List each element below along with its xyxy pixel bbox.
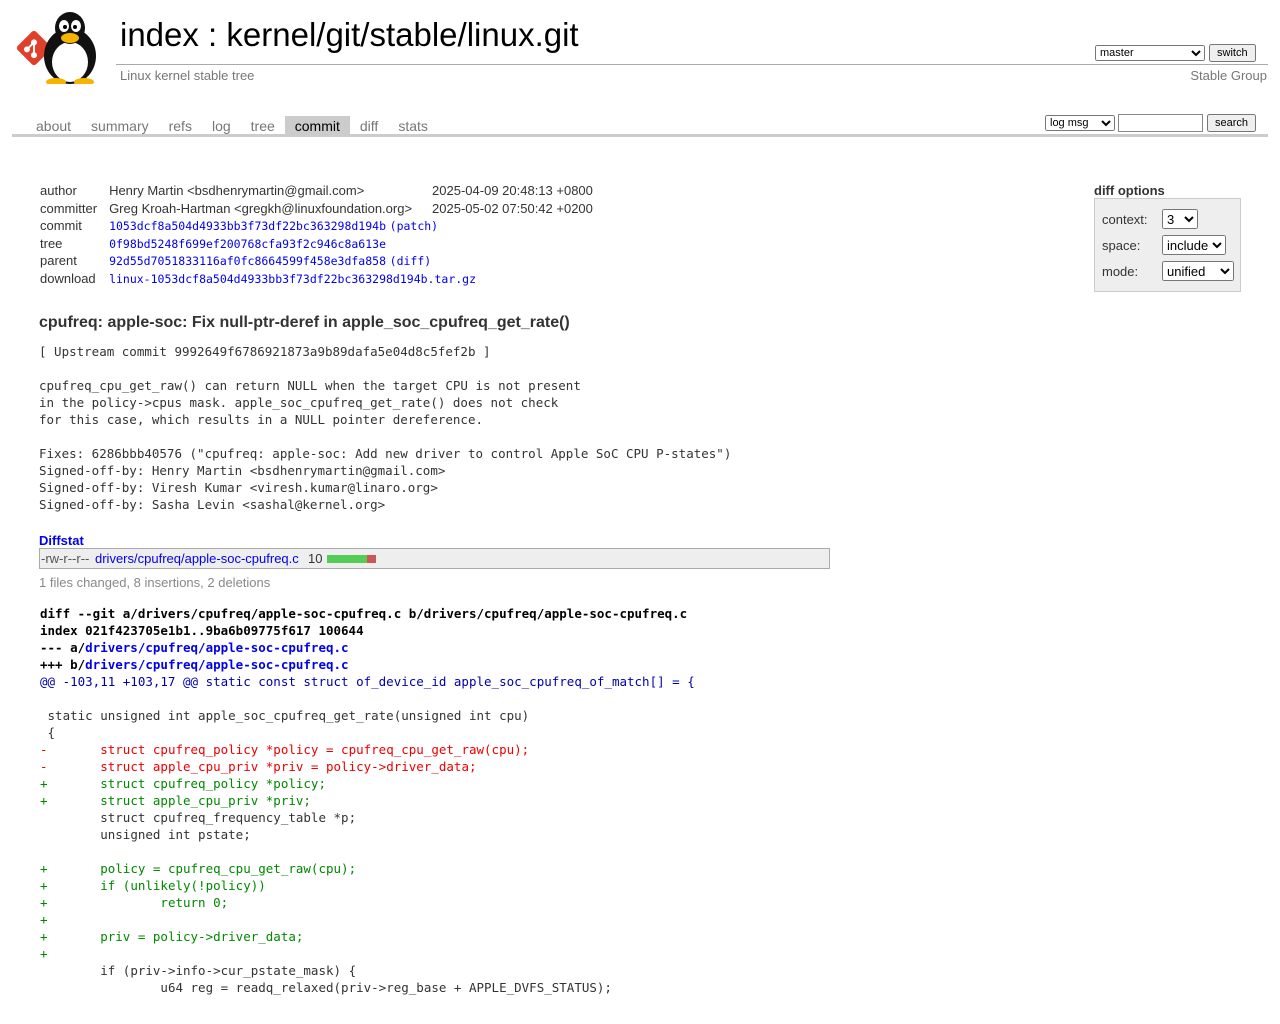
diff-options-title: diff options xyxy=(1094,183,1165,198)
space-label: space: xyxy=(1102,238,1141,253)
tabs-divider xyxy=(12,134,1268,137)
mode-select[interactable]: unified xyxy=(1162,261,1234,281)
file-mode: -rw-r--r-- xyxy=(41,551,90,566)
commit-hash-link[interactable]: 1053dcf8a504d4933bb3f73df22bc363298d194b xyxy=(109,219,386,233)
mode-label: mode: xyxy=(1102,264,1139,279)
download-link[interactable]: linux-1053dcf8a504d4933bb3f73df22bc36329… xyxy=(109,272,476,286)
diff-index-line: index 021f423705e1b1..9ba6b09775f617 100… xyxy=(40,623,364,638)
search-scope-select[interactable]: log msg xyxy=(1045,115,1115,131)
group-link[interactable]: Stable Group xyxy=(1190,68,1267,83)
diff-context-line: unsigned int pstate; xyxy=(40,827,251,842)
diff-added-line: + xyxy=(40,946,48,961)
diff-options-panel: context: 3 space: include mode: unified xyxy=(1094,198,1241,292)
tab-summary[interactable]: summary xyxy=(81,116,159,135)
committer-date: 2025-05-02 07:50:42 +0200 xyxy=(432,200,593,216)
diff-minus-line: --- a/drivers/cpufreq/apple-soc-cpufreq.… xyxy=(40,639,695,656)
tab-tree[interactable]: tree xyxy=(241,116,285,135)
title-index-link[interactable]: index xyxy=(120,16,199,53)
diffstat-change-count: 10 xyxy=(308,551,323,566)
search-button[interactable]: search xyxy=(1207,114,1257,132)
commit-info-table: author Henry Martin <bsdhenrymartin@gmai… xyxy=(34,183,599,289)
diff-context-line: if (priv->info->cur_pstate_mask) { xyxy=(40,963,357,978)
diff-context-line: struct cpufreq_frequency_table *p; xyxy=(40,810,357,825)
commit-label: commit xyxy=(40,218,82,234)
diff-git-line: diff --git a/drivers/cpufreq/apple-soc-c… xyxy=(40,606,688,621)
tab-diff[interactable]: diff xyxy=(350,116,388,135)
cgit-logo[interactable] xyxy=(14,10,110,86)
commit-subject: cpufreq: apple-soc: Fix null-ptr-deref i… xyxy=(39,314,570,331)
diff-context-line xyxy=(40,690,695,707)
plus-prefix: +++ b/ xyxy=(40,657,86,672)
committer-label: committer xyxy=(40,200,98,216)
parent-row: parent 92d55d7051833116af0fc8664599f458e… xyxy=(34,253,599,271)
diff-hunk-header: @@ -103,11 +103,17 @@ static const struc… xyxy=(40,674,695,689)
diff-added-line: + return 0; xyxy=(40,895,229,910)
author-date: 2025-04-09 20:48:13 +0800 xyxy=(432,183,593,198)
diff-context-line: static unsigned int apple_soc_cpufreq_ge… xyxy=(40,708,530,723)
diff-context-line: { xyxy=(40,725,56,740)
context-select[interactable]: 3 xyxy=(1162,209,1198,229)
committer-row: committer Greg Kroah-Hartman <gregkh@lin… xyxy=(34,201,599,219)
repo-description: Linux kernel stable tree xyxy=(120,68,255,83)
plus-file-link[interactable]: drivers/cpufreq/apple-soc-cpufreq.c xyxy=(85,657,348,672)
diff-view: diff --git a/drivers/cpufreq/apple-soc-c… xyxy=(40,605,695,996)
diff-context-line: u64 reg = readq_relaxed(priv->reg_base +… xyxy=(40,980,612,995)
header-divider xyxy=(116,64,1268,65)
diff-added-line: + if (unlikely(!policy)) xyxy=(40,878,266,893)
diff-removed-line: - struct cpufreq_policy *policy = cpufre… xyxy=(40,742,530,757)
download-label: download xyxy=(40,270,96,286)
diff-removed-line: - struct apple_cpu_priv *priv = policy->… xyxy=(40,759,477,774)
insertions-bar xyxy=(327,555,367,563)
download-row: download linux-1053dcf8a504d4933bb3f73df… xyxy=(34,271,599,289)
deletions-bar xyxy=(367,555,376,563)
diffstat-table: -rw-r--r-- drivers/cpufreq/apple-soc-cpu… xyxy=(39,548,830,569)
diffstat-file-link[interactable]: drivers/cpufreq/apple-soc-cpufreq.c xyxy=(95,551,299,566)
diff-added-line: + priv = policy->driver_data; xyxy=(40,929,304,944)
diff-added-line: + struct cpufreq_policy *policy; xyxy=(40,776,326,791)
switch-button[interactable]: switch xyxy=(1209,44,1256,62)
diff-added-line: + xyxy=(40,912,48,927)
diff-context-line xyxy=(40,843,695,860)
tab-about[interactable]: about xyxy=(26,116,81,135)
page-title: index : kernel/git/stable/linux.git xyxy=(120,16,579,54)
branch-select[interactable]: master xyxy=(1095,45,1205,61)
minus-file-link[interactable]: drivers/cpufreq/apple-soc-cpufreq.c xyxy=(85,640,348,655)
context-label: context: xyxy=(1102,212,1148,227)
minus-prefix: --- a/ xyxy=(40,640,86,655)
diffstat-link[interactable]: Diffstat xyxy=(39,533,84,548)
tux-logo-icon xyxy=(16,12,96,86)
parent-hash-link[interactable]: 92d55d7051833116af0fc8664599f458e3dfa858 xyxy=(109,254,386,268)
commit-row: commit 1053dcf8a504d4933bb3f73df22bc3632… xyxy=(34,218,599,236)
commit-message: [ Upstream commit 9992649f6786921873a9b8… xyxy=(39,344,732,512)
tab-commit[interactable]: commit xyxy=(284,116,350,135)
diff-added-line: + policy = cpufreq_cpu_get_raw(cpu); xyxy=(40,861,357,876)
space-select[interactable]: include xyxy=(1162,235,1226,255)
author-value: Henry Martin <bsdhenrymartin@gmail.com> xyxy=(109,183,365,198)
tree-label: tree xyxy=(40,235,63,251)
patch-link[interactable]: (patch) xyxy=(390,219,438,233)
search-input[interactable] xyxy=(1118,114,1203,132)
parent-diff-link[interactable]: (diff) xyxy=(390,254,432,268)
parent-label: parent xyxy=(40,253,77,269)
author-label: author xyxy=(40,183,77,198)
diff-lines: static unsigned int apple_soc_cpufreq_ge… xyxy=(40,690,695,996)
tab-stats[interactable]: stats xyxy=(388,116,438,135)
tab-refs[interactable]: refs xyxy=(159,116,202,135)
committer-value: Greg Kroah-Hartman <gregkh@linuxfoundati… xyxy=(109,200,413,216)
tree-hash-link[interactable]: 0f98bd5248f699ef200768cfa93f2c946c8a613e xyxy=(109,237,386,251)
diff-plus-line: +++ b/drivers/cpufreq/apple-soc-cpufreq.… xyxy=(40,656,695,673)
tab-log[interactable]: log xyxy=(202,116,241,135)
diff-added-line: + struct apple_cpu_priv *priv; xyxy=(40,793,311,808)
diffstat-summary: 1 files changed, 8 insertions, 2 deletio… xyxy=(39,575,271,590)
tree-row: tree 0f98bd5248f699ef200768cfa93f2c946c8… xyxy=(34,236,599,254)
title-repo-link[interactable]: kernel/git/stable/linux.git xyxy=(226,16,578,53)
title-separator: : xyxy=(198,16,227,53)
author-row: author Henry Martin <bsdhenrymartin@gmai… xyxy=(34,183,599,201)
tab-bar: about summary refs log tree commit diff stats xyxy=(26,116,438,135)
